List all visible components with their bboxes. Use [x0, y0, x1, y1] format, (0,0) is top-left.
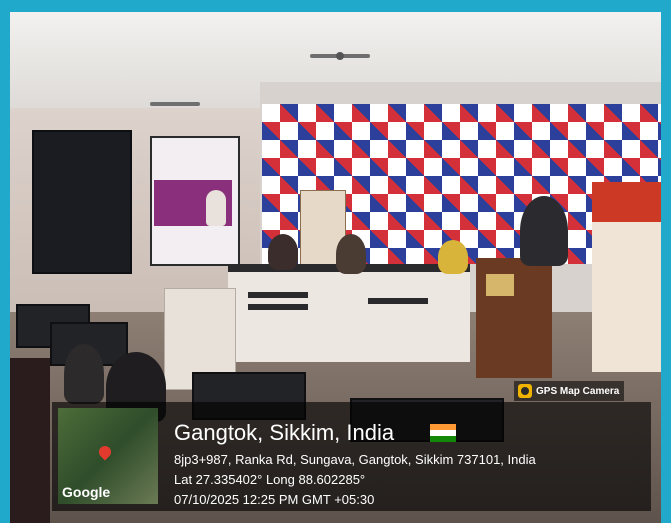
map-logo: Google [62, 484, 111, 500]
audience-member [64, 344, 104, 404]
projection-portrait [206, 190, 226, 226]
chair-foreground [10, 358, 50, 523]
coordinates-line: Lat 27.335402° Long 88.602285° [174, 472, 366, 487]
location-title: Gangtok, Sikkim, India [174, 420, 395, 445]
camera-badge-label: GPS Map Camera [536, 385, 620, 397]
datetime-line: 07/10/2025 12:25 PM GMT +05:30 [174, 492, 375, 507]
table-panel-slot [248, 292, 308, 298]
table-panel-slot [368, 298, 428, 304]
ceiling-fan-hub [336, 52, 344, 60]
podium-emblem [486, 274, 514, 296]
panelist [268, 234, 298, 270]
wall-tv [32, 130, 132, 274]
camera-app-icon [518, 384, 532, 398]
right-banner-header [592, 182, 661, 222]
ceiling-fan [150, 102, 200, 106]
speaker [520, 196, 568, 266]
camera-badge: GPS Map Camera [514, 381, 624, 401]
address-line: 8jp3+987, Ranka Rd, Sungava, Gangtok, Si… [174, 452, 536, 467]
panelist [438, 240, 468, 274]
panelist [336, 234, 366, 274]
table-panel-slot [248, 304, 308, 310]
india-flag-icon [430, 424, 456, 442]
head-table [228, 264, 470, 362]
